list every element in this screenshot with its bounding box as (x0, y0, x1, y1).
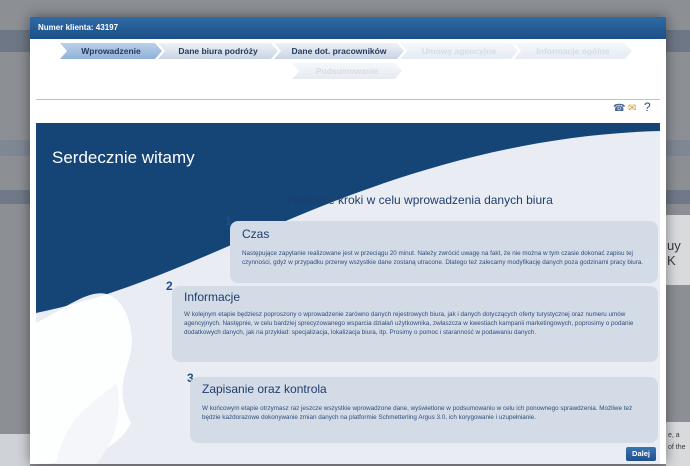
section-text: W kolejnym etapie będziesz poproszony o … (184, 311, 634, 336)
welcome-title: Serdecznie witamy (52, 148, 195, 167)
wizard-dialog: Numer klienta: 43197 Wprowadzenie Dane b… (30, 17, 666, 464)
section-card-zapisanie: Zapisanie oraz kontrola W końcowym etapi… (190, 377, 658, 443)
section-title: Informacje (184, 290, 241, 304)
step-umowy-agencyjne: Umowy agencyjne (400, 43, 518, 59)
background-text: e, a (668, 432, 680, 439)
background-panel (0, 434, 30, 466)
section-text: W końcowym etapie otrzymasz raz jeszcze … (202, 405, 633, 421)
phone-icon[interactable]: ☎ (613, 103, 625, 114)
dialog-title: Numer klienta: 43197 (30, 17, 666, 39)
background-text: uy K (667, 238, 681, 268)
section-card-informacje: Informacje W kolejnym etapie będziesz po… (172, 286, 658, 362)
wizard-steps: Wprowadzenie Dane biura podróży Dane dot… (60, 43, 650, 87)
header-divider (36, 99, 660, 100)
section-card-czas: Czas Następujące zapytanie realizowane j… (230, 221, 658, 283)
step-wprowadzenie[interactable]: Wprowadzenie (60, 43, 162, 59)
step-podsumowanie: Podsumowanie (292, 63, 402, 79)
next-button[interactable]: Dalej (626, 447, 656, 461)
help-icon[interactable]: ? (644, 100, 651, 114)
mail-icon[interactable]: ✉ (628, 103, 636, 114)
background-text: of the (668, 444, 686, 451)
step-dane-pracownikow[interactable]: Dane dot. pracowników (274, 43, 404, 59)
section-title: Czas (242, 227, 270, 241)
section-title: Zapisanie oraz kontrola (202, 382, 327, 396)
step-dane-biura[interactable]: Dane biura podróży (158, 43, 278, 59)
section-text: Następujące zapytanie realizowane jest w… (242, 250, 644, 266)
step-informacje-ogolne: Informacje ogólne (514, 43, 632, 59)
intro-headline: Pierwsze kroki w celu wprowadzenia danyc… (286, 193, 553, 207)
